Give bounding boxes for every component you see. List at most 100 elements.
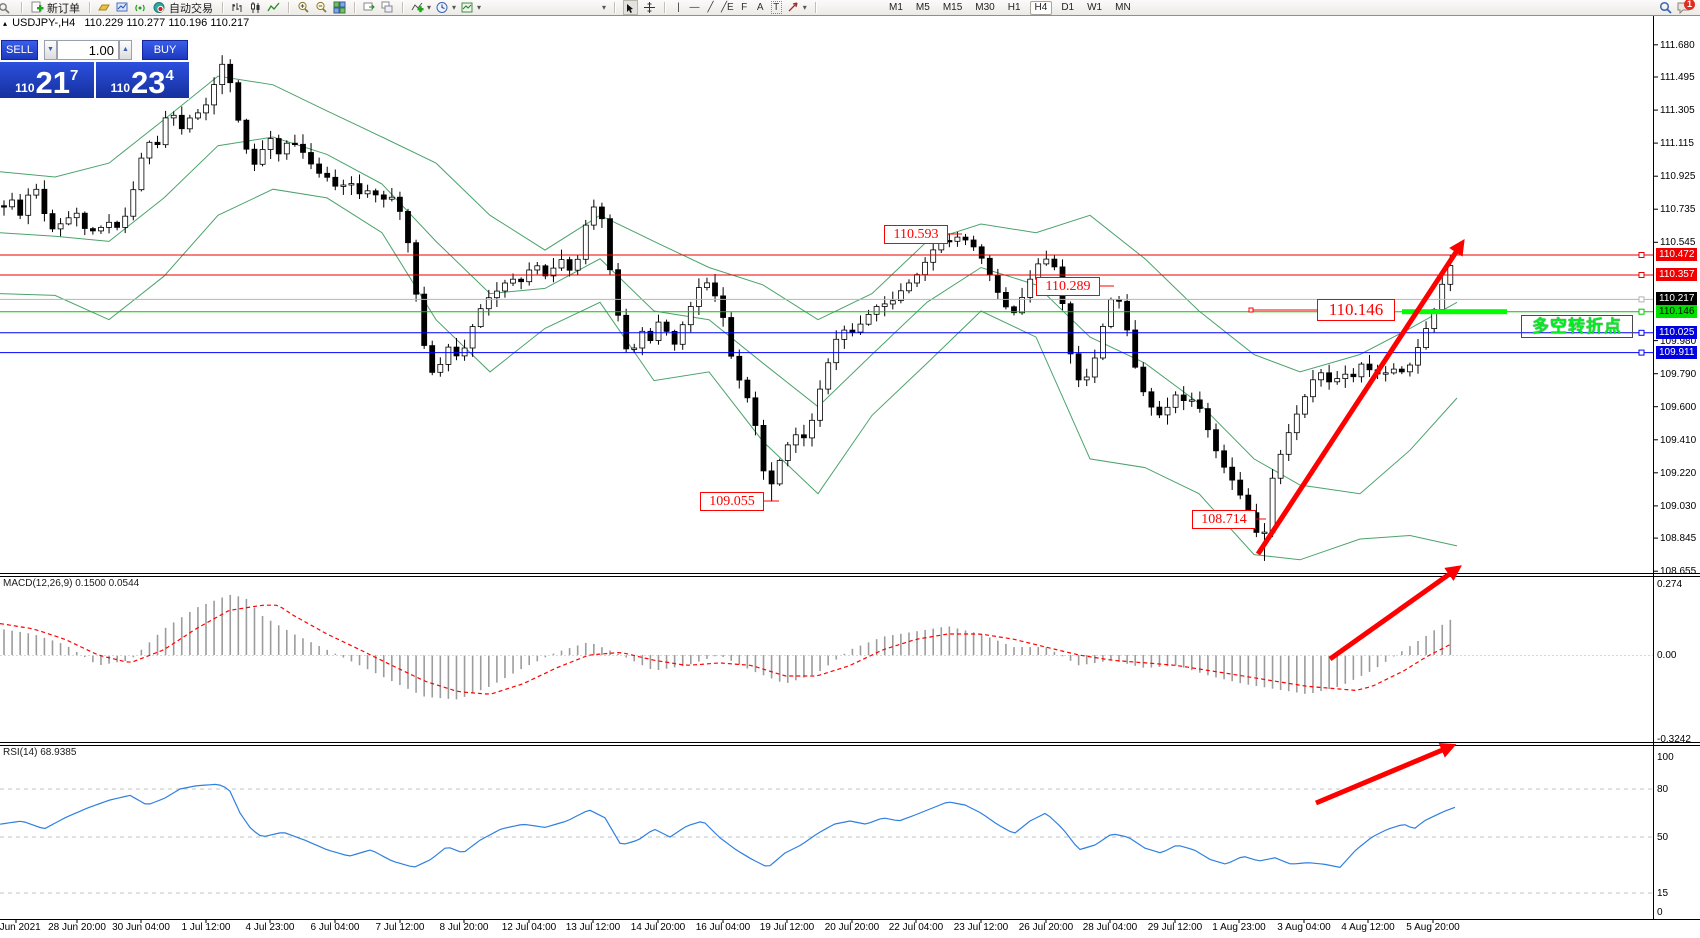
arrange-windows-icon[interactable] [363,1,376,14]
top-toolbar: 新订单 自动交易 ▾ ▾ ▾ ▾ | — ╱ [0,0,1700,16]
bid-point: 7 [70,68,78,83]
chevron-down-icon[interactable]: ▾ [427,3,431,12]
buy-button[interactable]: BUY [142,40,188,60]
mt4-window: { "toolbar": { "new_order_label": "新订单",… [0,0,1700,938]
axis-ticks [16,45,1658,923]
template-icon[interactable] [461,1,474,14]
price-badge-110.217: 110.217 [1656,292,1697,305]
chart-canvas[interactable] [0,0,1700,938]
volume-decrease-button[interactable]: ▼ [44,40,57,60]
rsi-label: RSI(14) 68.9385 [3,747,76,758]
bid-quote[interactable]: 110 21 7 [0,62,94,98]
autotrading-button[interactable]: 自动交易 [152,0,214,16]
chevron-down-icon[interactable]: ▾ [803,3,807,12]
time-axis-label: 30 Jun 04:00 [112,922,170,933]
bull-bear-turning-point-note[interactable]: 多空转折点 [1521,315,1633,338]
timeframe-button-H4[interactable]: H4 [1030,1,1053,15]
time-axis-label: 26 Jul 20:00 [1019,922,1074,933]
price-badge-109.911: 109.911 [1656,346,1697,359]
price-annotation-109.055[interactable]: 109.055 [700,492,764,511]
timeframe-button-M5[interactable]: M5 [912,1,934,14]
candles [2,55,1453,699]
separator [21,2,22,13]
price-annotation-110.593[interactable]: 110.593 [884,225,948,244]
price-annotation-110.146[interactable]: 110.146 [1317,299,1395,321]
add-indicator-icon[interactable] [411,1,424,14]
separator [402,2,403,13]
rsi-axis-label: 0 [1657,906,1663,919]
macd-axis-label: 0.00 [1657,649,1676,662]
timeframe-button-M15[interactable]: M15 [939,1,966,14]
timeframe-button-M1[interactable]: M1 [885,1,907,14]
time-axis-label: 5 Aug 20:00 [1406,922,1459,933]
rsi-axis-label: 50 [1657,831,1668,844]
chevron-down-icon[interactable]: ▾ [452,3,456,12]
new-order-button[interactable]: 新订单 [30,0,81,16]
text-tool-icon[interactable]: A [755,2,766,13]
macd-axis-label: 0.274 [1657,578,1682,591]
time-axis-label: 14 Jul 20:00 [631,922,686,933]
rsi-axis-label: 15 [1657,887,1668,900]
price-annotation-110.289[interactable]: 110.289 [1036,277,1100,296]
macd-panel [0,605,1653,694]
time-axis-label: 4 Jul 23:00 [246,922,295,933]
one-click-trading-panel: SELL ▼ ▲ BUY 110 21 7 110 23 4 [0,38,189,100]
time-axis-label: 1 Aug 23:00 [1212,922,1265,933]
crosshair-icon[interactable] [643,1,656,14]
ask-pips: 23 [131,70,165,95]
cursor-icon[interactable] [623,0,638,15]
separator [222,2,223,13]
market-watch-icon[interactable] [116,1,129,14]
separator [815,2,816,13]
price-axis-label: 109.600 [1660,401,1696,414]
timeframe-button-W1[interactable]: W1 [1083,1,1106,14]
price-axis-label: 110.735 [1660,203,1695,216]
chevron-down-icon[interactable]: ▾ [477,3,481,12]
arrows-tool-icon[interactable] [787,1,800,14]
rsi-panel [0,784,1653,893]
timeframe-button-M30[interactable]: M30 [971,1,998,14]
timeframe-button-MN[interactable]: MN [1111,1,1135,14]
vertical-line-tool-icon[interactable]: | [673,2,684,13]
symbol-triangle-icon: ▴ [3,19,7,28]
text-label-tool-icon[interactable]: T [771,1,782,14]
search-icon[interactable] [1659,1,1672,14]
signal-icon[interactable] [134,1,147,14]
history-icon[interactable] [98,1,111,14]
price-annotation-108.714[interactable]: 108.714 [1192,510,1256,529]
volume-increase-button[interactable]: ▲ [119,40,132,60]
autotrading-label: 自动交易 [169,0,213,16]
time-axis-label: 19 Jul 12:00 [760,922,815,933]
level-lines [0,253,1653,356]
candle-chart-mode-icon[interactable] [249,1,262,14]
time-axis-label: 22 Jul 04:00 [889,922,944,933]
chevron-down-icon[interactable]: ▾ [602,3,606,12]
time-axis-label: 1 Jul 12:00 [182,922,231,933]
volume-input[interactable] [57,40,119,60]
time-axis-label: 6 Jul 04:00 [311,922,360,933]
chat-icon[interactable]: 1 [1677,1,1690,14]
cascade-windows-icon[interactable] [381,1,394,14]
time-axis-label: 7 Jul 12:00 [376,922,425,933]
new-order-icon [31,1,44,14]
timeframe-button-H1[interactable]: H1 [1004,1,1025,14]
ask-quote[interactable]: 110 23 4 [96,62,190,98]
zoom-in-icon[interactable] [297,1,310,14]
search-partial-icon[interactable] [0,1,13,14]
chart-ohlc-values: 110.229 110.277 110.196 110.217 [84,17,249,29]
fibonacci-tool-icon[interactable]: F [739,2,750,13]
zoom-out-icon[interactable] [315,1,328,14]
channel-tool-icon[interactable]: ╱E [721,2,734,13]
trendline-tool-icon[interactable]: ╱ [705,2,716,13]
timeframe-button-D1[interactable]: D1 [1057,1,1078,14]
time-axis-label: 20 Jul 20:00 [825,922,880,933]
tile-windows-icon[interactable] [333,1,346,14]
line-chart-mode-icon[interactable] [267,1,280,14]
period-clock-icon[interactable] [436,1,449,14]
price-badge-110.146: 110.146 [1656,305,1697,318]
time-axis-label: 8 Jul 20:00 [440,922,489,933]
bar-chart-mode-icon[interactable] [231,1,244,14]
horizontal-line-tool-icon[interactable]: — [689,2,700,13]
sell-button[interactable]: SELL [1,40,38,60]
price-axis-label: 109.410 [1660,434,1696,447]
